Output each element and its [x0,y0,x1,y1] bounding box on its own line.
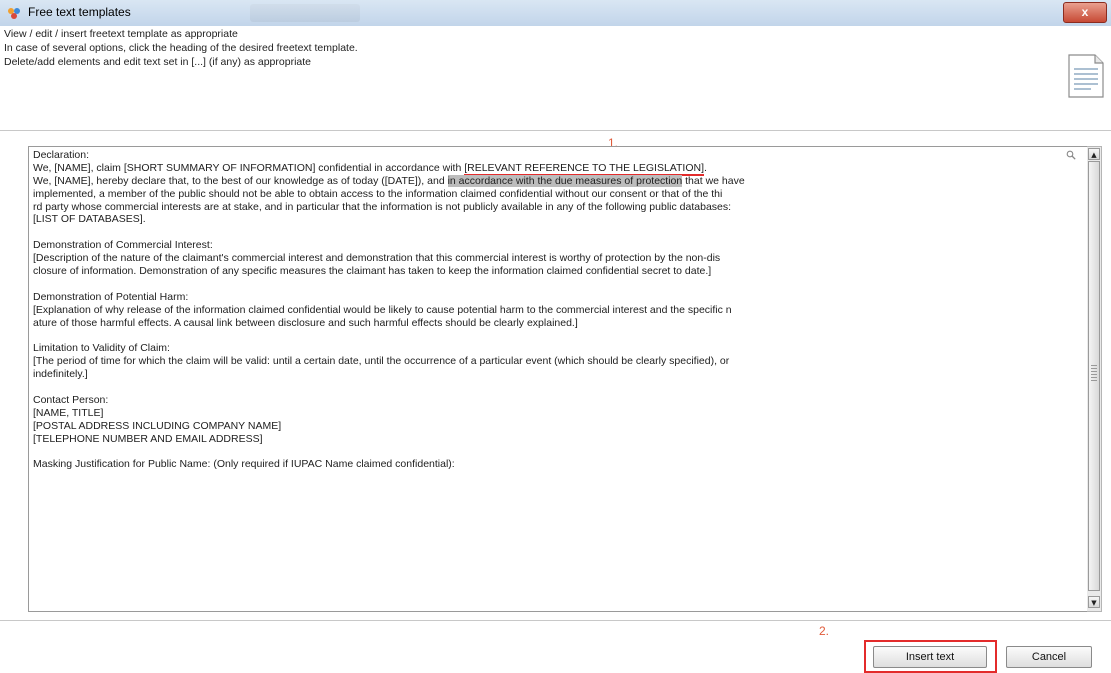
declaration-line: We, [NAME], claim [SHORT SUMMARY OF INFO… [33,161,1073,176]
cancel-button[interactable]: Cancel [1006,646,1092,668]
contact-line: [TELEPHONE NUMBER AND EMAIL ADDRESS] [33,432,263,445]
declaration-line: We, [NAME], hereby declare that, to the … [33,174,1073,188]
limitation-line: indefinitely.] [33,368,88,381]
instruction-line: In case of several options, click the he… [4,42,358,54]
potential-harm-heading[interactable]: Demonstration of Potential Harm: [33,291,1073,304]
declaration-line: implemented, a member of the public shou… [33,187,723,200]
declaration-text: We, [NAME], hereby declare that, to the … [33,174,448,187]
scroll-thumb[interactable] [1088,161,1100,591]
bottom-separator [0,620,1111,621]
potential-harm-line: ature of those harmful effects. A causal… [33,316,578,329]
limitation-heading[interactable]: Limitation to Validity of Claim: [33,342,1073,355]
window-title: Free text templates [28,5,131,19]
commercial-interest-line: closure of information. Demonstration of… [33,265,712,278]
instruction-line: Delete/add elements and edit text set in… [4,56,312,68]
legislation-reference: [RELEVANT REFERENCE TO THE LEGISLATION] [464,161,705,176]
scroll-down-arrow-icon[interactable]: ▼ [1088,596,1100,608]
limitation-line: [The period of time for which the claim … [33,355,730,368]
declaration-line: [LIST OF DATABASES]. [33,213,146,226]
declaration-heading[interactable]: Declaration: [33,149,1073,162]
background-tab [250,4,360,22]
highlighted-text: in accordance with the due measures of p… [447,174,683,187]
declaration-line: rd party whose commercial interests are … [33,200,732,213]
scroll-up-arrow-icon[interactable]: ▲ [1088,148,1100,160]
commercial-interest-line: [Description of the nature of the claima… [33,252,721,265]
insert-text-button[interactable]: Insert text [873,646,987,668]
declaration-text: that we have [682,174,745,187]
declaration-text: We, [NAME], claim [SHORT SUMMARY OF INFO… [33,161,465,174]
scroll-grip [1091,365,1097,381]
close-button[interactable]: x [1063,2,1107,23]
commercial-interest-heading[interactable]: Demonstration of Commercial Interest: [33,239,1073,252]
annotation-marker-2: 2. [815,624,834,638]
template-text-area[interactable]: Declaration: We, [NAME], claim [SHORT SU… [28,146,1088,612]
contact-line: [NAME, TITLE] [33,406,104,419]
document-icon [1068,54,1104,98]
instructions-panel: View / edit / insert freetext template a… [0,26,1111,131]
app-icon [8,8,20,19]
vertical-scrollbar[interactable]: ▲ ▼ [1087,146,1102,612]
masking-justification-line[interactable]: Masking Justification for Public Name: (… [33,458,1073,471]
potential-harm-line: [Explanation of why release of the infor… [33,303,732,316]
instruction-line: View / edit / insert freetext template a… [4,28,238,40]
title-bar: Free text templates x [0,0,1111,27]
contact-person-heading[interactable]: Contact Person: [33,394,1073,407]
contact-line: [POSTAL ADDRESS INCLUDING COMPANY NAME] [33,419,282,432]
template-text[interactable]: Declaration: We, [NAME], claim [SHORT SU… [33,149,1073,471]
declaration-text: . [704,161,707,174]
